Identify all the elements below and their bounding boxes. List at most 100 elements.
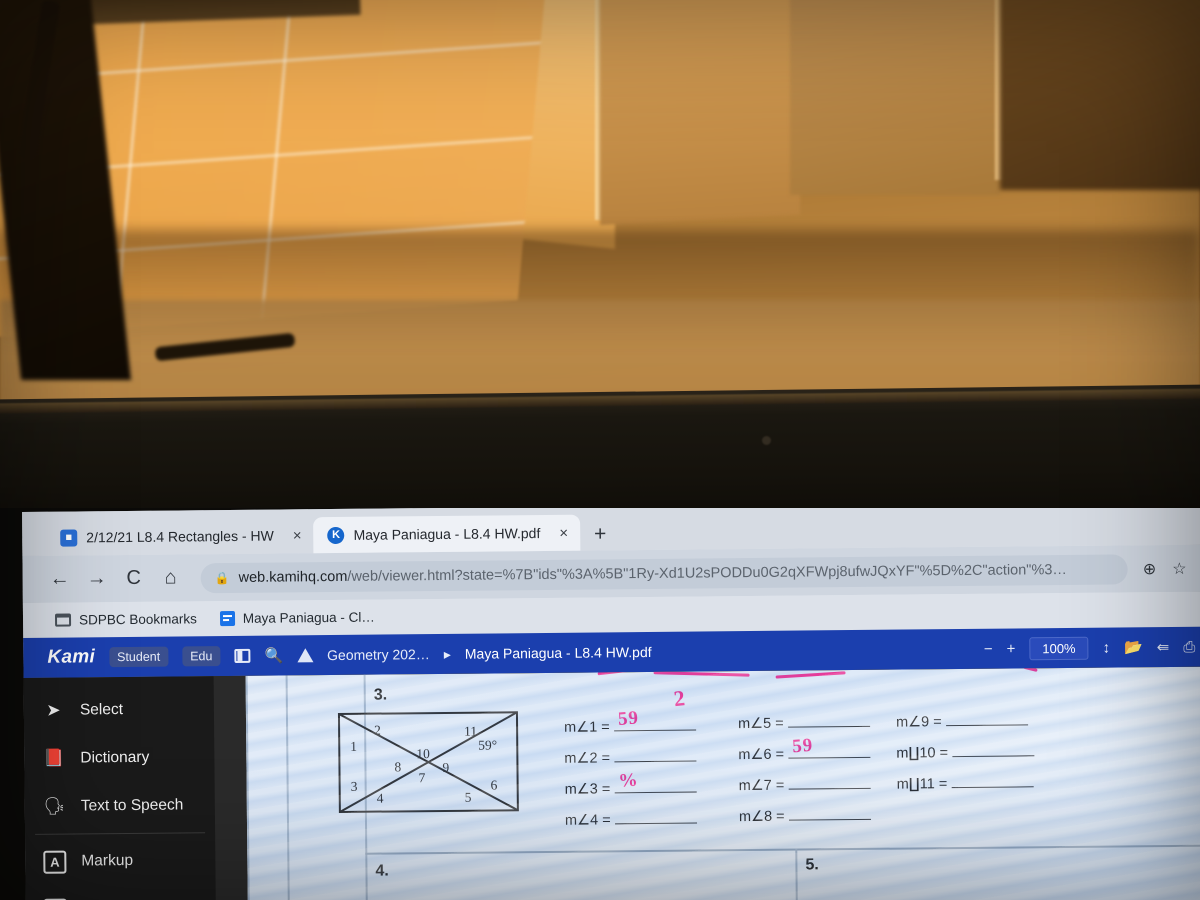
answer-blank[interactable] <box>951 743 1035 758</box>
answer-label: m∠4 = <box>564 812 611 829</box>
document-title: Maya Paniagua - L8.4 HW.pdf <box>464 643 652 662</box>
answer-label: m∠6 = <box>738 746 785 764</box>
badge-student: Student <box>108 646 169 668</box>
back-icon[interactable]: ← <box>49 568 71 591</box>
answer-row[interactable]: m∠2 = <box>564 748 697 767</box>
sidebar-item-dictionary[interactable]: 📕 Dictionary <box>24 733 214 783</box>
answer-row[interactable]: m∐10 = <box>896 743 1035 762</box>
drive-icon[interactable] <box>297 648 314 663</box>
answer-blank[interactable]: 59 <box>613 707 696 732</box>
answer-blank[interactable] <box>787 713 870 728</box>
close-icon[interactable]: × <box>559 524 568 541</box>
forward-icon[interactable]: → <box>86 567 108 590</box>
bookmark-star-icon[interactable]: ☆ <box>1172 558 1187 578</box>
bookmark-classroom[interactable]: Maya Paniagua - Cl… <box>214 608 381 629</box>
breadcrumb-folder[interactable]: Geometry 202… <box>327 646 430 663</box>
markup-icon: A <box>43 850 67 874</box>
angle-label: 3 <box>350 778 358 794</box>
sidebar-item-text-to-speech[interactable]: 🗣 Text to Speech <box>25 781 215 831</box>
bookmark-label: SDPBC Bookmarks <box>78 611 197 628</box>
reload-icon[interactable]: C <box>123 567 145 590</box>
ink-stroke-top-2 <box>653 671 750 677</box>
angle-label: 5 <box>464 789 472 805</box>
folder-open-icon[interactable]: 📂 <box>1124 638 1143 656</box>
zoom-in-button[interactable]: + <box>1006 640 1015 657</box>
answer-label: m∠1 = <box>564 719 610 736</box>
answer-blank[interactable] <box>951 774 1034 789</box>
answer-row[interactable]: m∠5 = <box>737 713 870 733</box>
door-open <box>790 0 1000 195</box>
book-icon: 📕 <box>43 748 65 768</box>
answer-row[interactable]: m∠4 = <box>564 810 697 829</box>
url-domain: web.kamihq.com <box>238 568 348 586</box>
answer-blank[interactable] <box>788 775 871 790</box>
url-path: /web/viewer.html?state=%7B"ids"%3A%5B"1R… <box>347 561 1067 585</box>
toolbar-right-icons: ⊕ ☆ <box>1143 558 1197 579</box>
ink-stroke-top-4 <box>1023 666 1038 672</box>
angle-label: 7 <box>418 770 426 786</box>
zoom-spinner-icon[interactable]: ↕ <box>1102 639 1110 656</box>
share-icon[interactable]: ⇚ <box>1157 638 1170 656</box>
pdf-viewport[interactable]: 3. 1 2 11 10 8 9 7 3 4 5 6 59° 2 m∠1 = 5… <box>213 666 1200 900</box>
kami-tool-sidebar: ➤ Select 📕 Dictionary 🗣 Text to Speech A <box>23 676 217 900</box>
install-app-icon[interactable]: ⊕ <box>1143 559 1157 579</box>
home-icon[interactable]: ⌂ <box>160 566 182 589</box>
section-divider <box>365 844 1200 855</box>
sidebar-item-markup[interactable]: A Markup <box>25 836 215 886</box>
zoom-level-input[interactable]: 100% <box>1029 636 1089 660</box>
answer-row[interactable]: m∠8 = <box>739 806 871 825</box>
answer-row[interactable]: m∠6 = 59 <box>738 735 871 764</box>
kami-main: ➤ Select 📕 Dictionary 🗣 Text to Speech A <box>23 666 1200 900</box>
new-tab-button[interactable]: + <box>580 522 617 550</box>
answer-blank[interactable] <box>945 712 1028 727</box>
sidebar-divider <box>35 832 206 835</box>
tab-title: 2/12/21 L8.4 Rectangles - HW <box>86 527 274 546</box>
answer-row[interactable]: m∠1 = 59 <box>564 707 696 736</box>
print-icon[interactable]: ⎙ <box>1183 638 1195 655</box>
tab-kami-pdf[interactable]: K Maya Paniagua - L8.4 HW.pdf × <box>313 514 581 554</box>
ink-annotation-two: 2 <box>672 685 687 712</box>
folder-icon <box>54 613 72 627</box>
search-icon[interactable]: 🔍 <box>264 647 283 665</box>
answer-blank[interactable] <box>614 810 697 825</box>
laptop-screen: ■ 2/12/21 L8.4 Rectangles - HW × K Maya … <box>0 508 1200 900</box>
ink-answer: 59 <box>616 707 640 730</box>
browser-window: ■ 2/12/21 L8.4 Rectangles - HW × K Maya … <box>22 508 1200 900</box>
answer-label: m∠7 = <box>738 777 785 795</box>
answer-row[interactable]: m∠3 = % <box>564 769 697 798</box>
bookmark-label: Maya Paniagua - Cl… <box>242 609 375 626</box>
answer-blank[interactable]: % <box>614 769 697 794</box>
pdf-page: 3. 1 2 11 10 8 9 7 3 4 5 6 59° 2 m∠1 = 5… <box>245 666 1200 900</box>
answer-blank[interactable] <box>788 806 871 821</box>
zoom-out-button[interactable]: − <box>984 640 993 657</box>
close-icon[interactable]: × <box>293 527 302 544</box>
answer-row[interactable]: m∠7 = <box>738 775 871 795</box>
toolbar-spacer <box>666 649 970 652</box>
address-bar[interactable]: 🔒 web.kamihq.com/web/viewer.html?state=%… <box>200 553 1128 593</box>
tab-classroom[interactable]: ■ 2/12/21 L8.4 Rectangles - HW × <box>46 517 314 556</box>
webcam-icon <box>762 436 771 445</box>
answer-column-3: m∠9 = m∐10 = m∐11 = <box>896 712 1035 806</box>
answer-column-2: m∠5 = m∠6 = 59 m∠7 = m∠8 = <box>737 713 871 839</box>
answer-label: m∐10 = <box>896 745 949 762</box>
classroom-doc-icon <box>219 610 235 627</box>
answer-row[interactable]: m∠9 = <box>896 712 1034 731</box>
door-panel <box>600 0 800 226</box>
answer-label: m∐11 = <box>896 776 948 793</box>
bookmark-sdpbc[interactable]: SDPBC Bookmarks <box>49 609 203 629</box>
split-view-icon[interactable] <box>234 648 251 663</box>
answer-row[interactable]: m∐11 = <box>896 774 1035 793</box>
classroom-icon: ■ <box>60 528 78 547</box>
kami-logo[interactable]: Kami <box>47 646 95 668</box>
answer-blank[interactable]: 59 <box>787 735 871 759</box>
cell-divider <box>795 848 799 900</box>
answer-blank[interactable] <box>613 748 697 763</box>
angle-label: 10 <box>416 746 430 762</box>
url-text: web.kamihq.com/web/viewer.html?state=%7B… <box>239 561 1067 585</box>
sidebar-item-select[interactable]: ➤ Select <box>24 685 214 735</box>
angle-label: 6 <box>490 777 498 793</box>
ink-stroke-top-3 <box>775 671 846 679</box>
answer-label: m∠3 = <box>564 781 611 798</box>
answer-label: m∠5 = <box>737 715 784 733</box>
sidebar-item-comment[interactable]: ⋯ Comment <box>26 884 216 900</box>
